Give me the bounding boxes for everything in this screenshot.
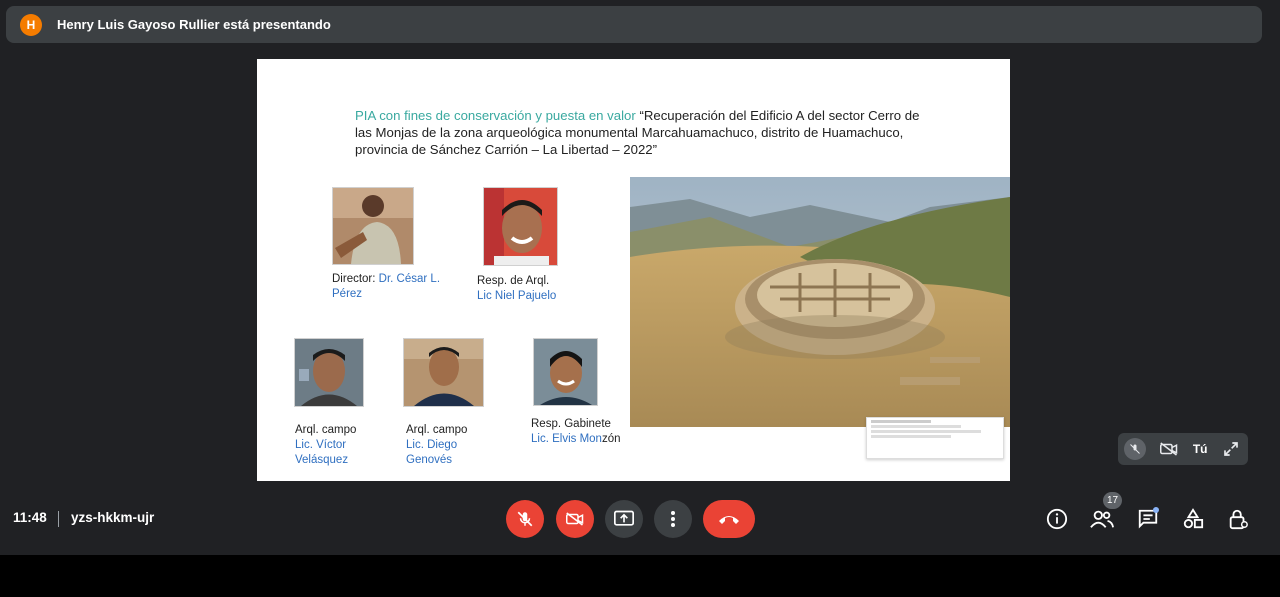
hang-up-icon <box>719 516 739 524</box>
chat-unread-dot <box>1153 507 1159 513</box>
shared-slide: PIA con fines de conservación y puesta e… <box>257 59 1010 481</box>
meeting-details-button[interactable] <box>1043 505 1071 533</box>
photo-resp-gabinete <box>533 338 598 406</box>
more-vert-icon <box>671 511 675 527</box>
slide-title-lead: PIA con fines de conservación y puesta e… <box>355 108 636 123</box>
self-label: Tú <box>1192 442 1208 456</box>
caption-arql-campo-2: Arql. campo Lic. Diego Genovés <box>406 424 468 466</box>
slide-popup-notice <box>866 417 1004 459</box>
present-screen-button[interactable] <box>605 500 643 538</box>
present-icon <box>614 510 634 526</box>
end-call-button[interactable] <box>703 500 755 538</box>
participants-count-badge: 17 <box>1103 492 1122 509</box>
clock-time: 11:48 <box>13 510 47 525</box>
presenter-text: Henry Luis Gayoso Rullier está presentan… <box>57 17 331 32</box>
caption-director: Director: Dr. César L. Pérez <box>332 273 441 300</box>
people-icon <box>1090 510 1114 528</box>
self-view-tile[interactable]: Tú <box>1118 433 1248 465</box>
photo-director <box>332 187 414 265</box>
caption-resp-arql: Resp. de Arql. Lic Niel Pajuelo <box>477 275 557 302</box>
bottom-black-strip <box>0 555 1280 597</box>
mic-off-icon <box>517 511 533 527</box>
meeting-stage: H Henry Luis Gayoso Rullier está present… <box>0 0 1280 555</box>
more-options-button[interactable] <box>654 500 692 538</box>
shapes-icon <box>1183 508 1204 529</box>
photo-resp-arql <box>483 187 558 266</box>
photo-arql-campo-2 <box>403 338 484 407</box>
slide-title: PIA con fines de conservación y puesta e… <box>355 107 925 158</box>
lock-person-icon <box>1229 509 1248 530</box>
caption-arql-campo-1: Arql. campo Lic. Víctor Velásquez <box>295 424 357 466</box>
presenter-banner: H Henry Luis Gayoso Rullier está present… <box>6 6 1262 43</box>
meeting-code: yzs-hkkm-ujr <box>71 510 155 525</box>
presenter-avatar: H <box>20 13 42 36</box>
divider <box>58 511 59 527</box>
site-photo <box>630 177 1010 427</box>
camera-off-icon[interactable] <box>1158 438 1180 460</box>
info-icon <box>1046 508 1068 530</box>
mic-off-icon[interactable] <box>1124 438 1147 460</box>
photo-arql-campo-1 <box>294 338 364 407</box>
camera-toggle-button[interactable] <box>556 500 594 538</box>
caption-resp-gabinete: Resp. Gabinete Lic. Elvis Monzón <box>531 418 621 445</box>
host-controls-button[interactable] <box>1224 505 1252 533</box>
activities-button[interactable] <box>1179 505 1207 533</box>
camera-off-icon <box>566 512 584 526</box>
expand-icon[interactable] <box>1220 438 1242 460</box>
participants-button[interactable] <box>1088 505 1116 533</box>
mic-toggle-button[interactable] <box>506 500 544 538</box>
